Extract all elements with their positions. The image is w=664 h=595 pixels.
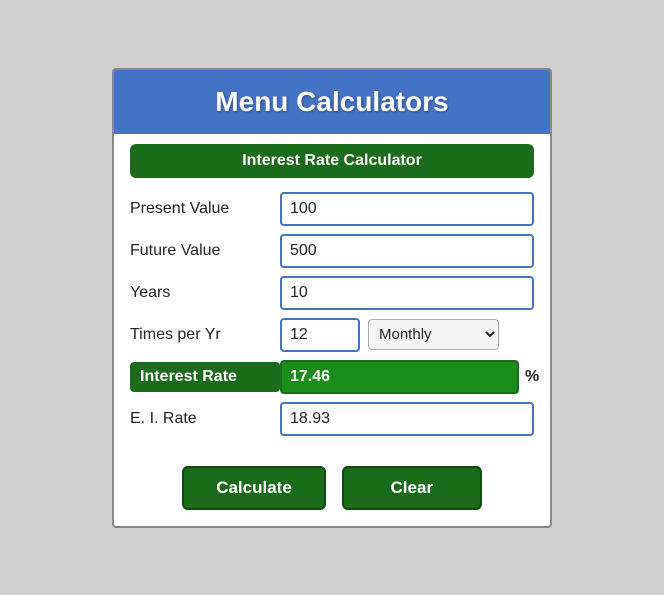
calculator-container: Menu Calculators Interest Rate Calculato… [112,68,552,528]
header-section: Menu Calculators [114,70,550,134]
future-value-label: Future Value [130,242,280,260]
compound-frequency-select[interactable]: Daily Weekly Monthly Quarterly Semi-Annu… [368,319,499,350]
present-value-label: Present Value [130,200,280,218]
years-label: Years [130,284,280,302]
interest-rate-label: Interest Rate [130,362,280,392]
interest-rate-input[interactable] [280,360,519,394]
times-per-yr-label: Times per Yr [130,326,280,344]
clear-button[interactable]: Clear [342,466,482,510]
calculate-button[interactable]: Calculate [182,466,326,510]
present-value-row: Present Value [130,192,534,226]
sub-header-section: Interest Rate Calculator [130,144,534,178]
ei-rate-input[interactable] [280,402,534,436]
future-value-row: Future Value [130,234,534,268]
form-area: Present Value Future Value Years Times p… [114,184,550,456]
times-per-yr-row: Times per Yr Daily Weekly Monthly Quarte… [130,318,534,352]
times-per-yr-input[interactable] [280,318,360,352]
app-title: Menu Calculators [134,86,530,118]
calculator-title: Interest Rate Calculator [142,152,522,170]
years-row: Years [130,276,534,310]
future-value-input[interactable] [280,234,534,268]
years-input[interactable] [280,276,534,310]
present-value-input[interactable] [280,192,534,226]
button-row: Calculate Clear [114,456,550,526]
interest-rate-row: Interest Rate % [130,360,534,394]
percent-symbol: % [525,368,539,386]
ei-rate-row: E. I. Rate [130,402,534,436]
ei-rate-label: E. I. Rate [130,410,280,428]
